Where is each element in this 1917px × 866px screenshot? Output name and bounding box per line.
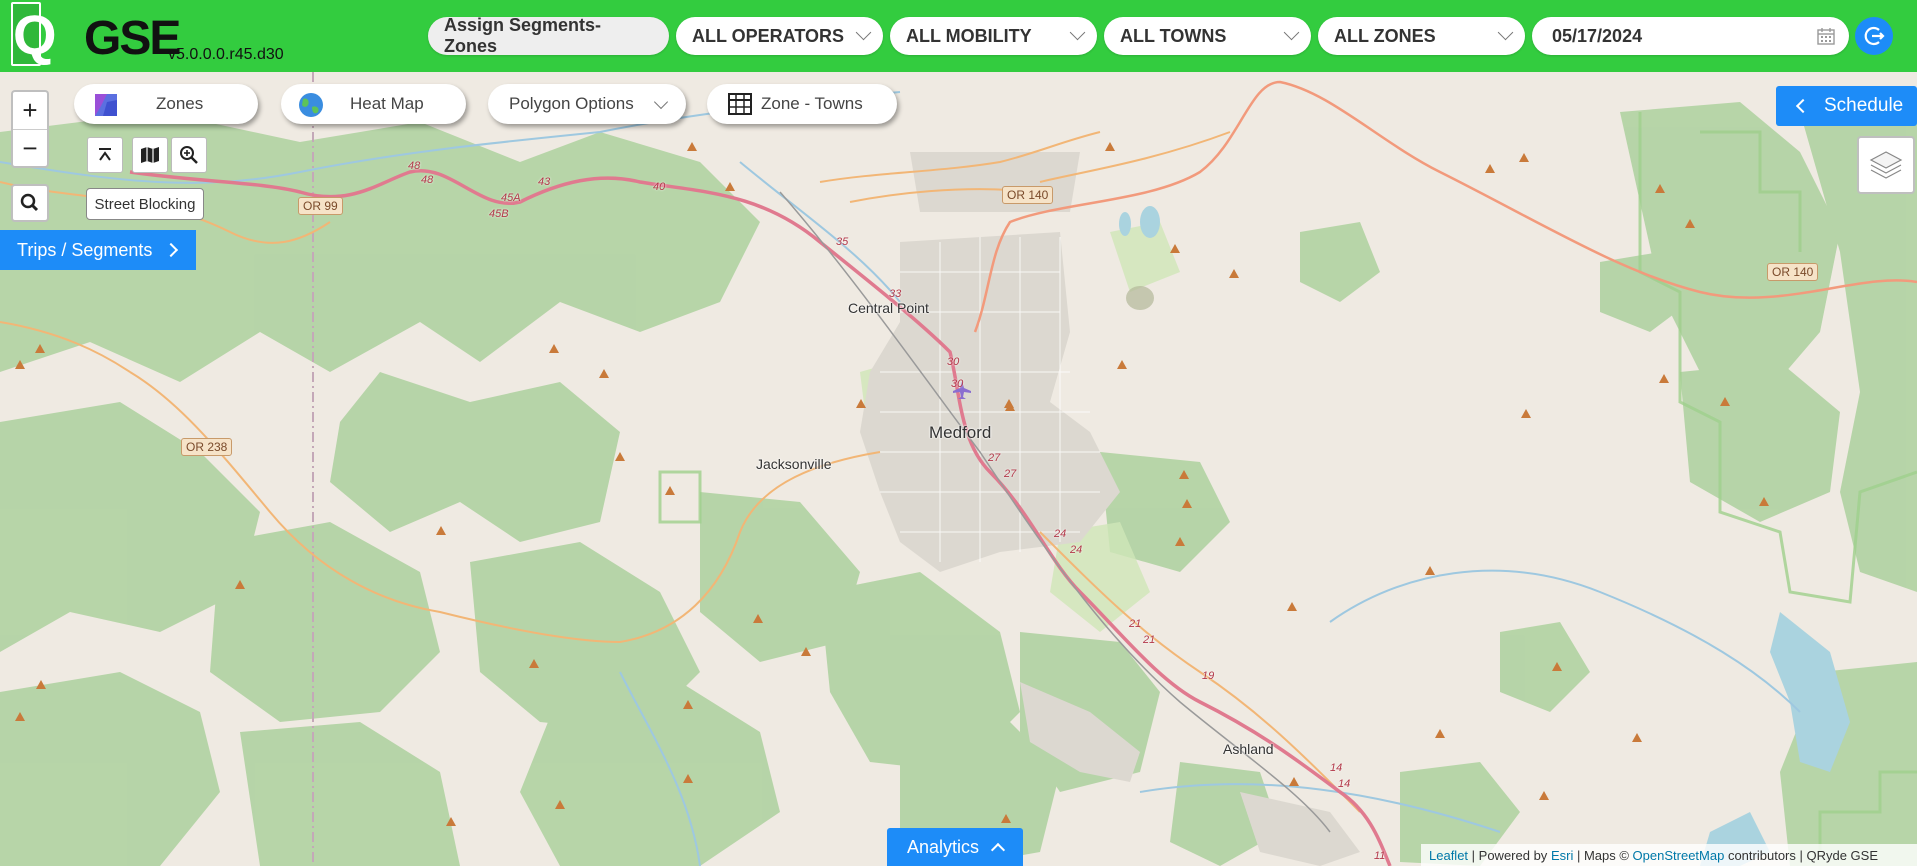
attribution-powered: | Powered by bbox=[1471, 847, 1548, 863]
exit-label: 24 bbox=[1054, 528, 1067, 540]
zones-select[interactable]: ALL ZONES bbox=[1318, 17, 1525, 55]
exit-label: 14 bbox=[1330, 762, 1343, 774]
chevron-down-icon bbox=[1069, 24, 1086, 41]
exit-label: 35 bbox=[836, 236, 849, 248]
heat-map-toggle[interactable]: Heat Map bbox=[281, 84, 466, 124]
heat-map-toggle-label: Heat Map bbox=[350, 94, 424, 113]
exit-label: 21 bbox=[1129, 618, 1142, 630]
zoom-out-button[interactable]: − bbox=[13, 130, 47, 167]
zones-icon bbox=[95, 94, 117, 116]
analytics-button[interactable]: Analytics bbox=[887, 828, 1023, 866]
map-label-medford: Medford bbox=[929, 423, 992, 442]
towns-select[interactable]: ALL TOWNS bbox=[1104, 17, 1311, 55]
street-blocking-button[interactable] bbox=[87, 137, 123, 173]
exit-label: 40 bbox=[653, 181, 666, 193]
top-bar: Q GSE v5.0.0.0.r45.d30 Assign Segments-Z… bbox=[0, 0, 1917, 72]
exit-label: 43 bbox=[538, 176, 551, 188]
date-value: 05/17/2024 bbox=[1552, 25, 1643, 46]
version-label: v5.0.0.0.r45.d30 bbox=[168, 46, 284, 63]
street-blocking-tooltip: Street Blocking bbox=[86, 188, 204, 220]
route-shield-or238: OR 238 bbox=[181, 438, 233, 456]
chevron-down-icon bbox=[855, 24, 872, 41]
map-attribution: Leaflet | Powered by Esri | Maps © OpenS… bbox=[1421, 844, 1917, 866]
exit-label: 19 bbox=[1202, 670, 1215, 682]
schedule-button[interactable]: Schedule bbox=[1776, 86, 1917, 126]
operators-select[interactable]: ALL OPERATORS bbox=[676, 17, 883, 55]
chevron-right-icon bbox=[164, 242, 179, 258]
mobility-value: ALL MOBILITY bbox=[906, 25, 1032, 46]
chevron-left-icon bbox=[1795, 98, 1811, 114]
zoom-control: + − bbox=[11, 90, 49, 168]
trips-segments-button[interactable]: Trips / Segments bbox=[0, 230, 196, 270]
exit-label: 45A bbox=[501, 192, 521, 204]
operators-value: ALL OPERATORS bbox=[692, 25, 845, 46]
esri-link[interactable]: Esri bbox=[1551, 848, 1573, 863]
zone-towns-button[interactable]: Zone - Towns bbox=[707, 84, 897, 124]
zoom-to-area-button[interactable] bbox=[171, 137, 207, 173]
osm-link[interactable]: OpenStreetMap bbox=[1633, 848, 1725, 863]
attribution-maps: | Maps © bbox=[1576, 847, 1629, 863]
exit-label: 33 bbox=[889, 288, 902, 300]
globe-icon bbox=[299, 93, 323, 117]
exit-label: 14 bbox=[1338, 778, 1351, 790]
map-view-button[interactable] bbox=[132, 137, 168, 173]
layers-button[interactable] bbox=[1857, 136, 1915, 194]
exit-label: 21 bbox=[1143, 634, 1156, 646]
calendar-icon bbox=[1817, 28, 1835, 45]
exit-label: 27 bbox=[988, 452, 1001, 464]
analytics-label: Analytics bbox=[907, 836, 980, 857]
chevron-down-icon bbox=[653, 94, 669, 110]
exit-label: 45B bbox=[489, 208, 509, 220]
zone-towns-label: Zone - Towns bbox=[761, 94, 863, 113]
date-input[interactable]: 05/17/2024 bbox=[1532, 17, 1849, 55]
exit-label: 30 bbox=[947, 356, 960, 368]
assign-segments-zones-button[interactable]: Assign Segments-Zones bbox=[428, 15, 669, 56]
map-area[interactable]: Medford Central Point Jacksonville Ashla… bbox=[0, 72, 1917, 866]
zones-toggle-label: Zones bbox=[156, 94, 204, 113]
logo-mark: Q bbox=[11, 2, 57, 66]
refresh-button[interactable] bbox=[1855, 17, 1893, 55]
assign-segments-zones-label: Assign Segments-Zones bbox=[444, 15, 602, 56]
zoom-in-icon bbox=[180, 146, 198, 164]
layers-icon bbox=[1869, 151, 1903, 179]
schedule-label: Schedule bbox=[1824, 95, 1904, 116]
attribution-rest: contributors | QRyde GSE bbox=[1727, 847, 1878, 863]
logout-icon bbox=[1864, 26, 1885, 46]
towns-value: ALL TOWNS bbox=[1120, 25, 1227, 46]
exit-label: 27 bbox=[1004, 468, 1017, 480]
logo-text: GSE bbox=[84, 12, 181, 65]
chevron-down-icon bbox=[1283, 24, 1300, 41]
exit-label: 48 bbox=[421, 174, 434, 186]
search-icon bbox=[20, 193, 39, 212]
exit-label: 30 bbox=[951, 378, 964, 390]
route-shield-or140: OR 140 bbox=[1002, 186, 1054, 204]
route-shield-or140-east: OR 140 bbox=[1767, 263, 1819, 281]
exit-label: 11 bbox=[1374, 850, 1386, 862]
chevron-up-icon bbox=[990, 842, 1006, 858]
map-label-ashland: Ashland bbox=[1223, 741, 1274, 757]
zones-toggle[interactable]: Zones bbox=[74, 84, 258, 124]
exit-label: 48 bbox=[408, 160, 421, 172]
zoom-in-button[interactable]: + bbox=[13, 92, 47, 130]
map-search-button[interactable] bbox=[11, 184, 49, 222]
trips-segments-label: Trips / Segments bbox=[17, 239, 153, 260]
map-icon bbox=[141, 147, 159, 163]
table-icon bbox=[728, 93, 752, 115]
zones-value: ALL ZONES bbox=[1334, 25, 1436, 46]
mobility-select[interactable]: ALL MOBILITY bbox=[890, 17, 1097, 55]
map-label-central-point: Central Point bbox=[848, 300, 929, 316]
street-blocking-icon bbox=[99, 148, 111, 161]
polygon-options-label: Polygon Options bbox=[509, 94, 634, 113]
polygon-options-select[interactable]: Polygon Options bbox=[488, 84, 686, 124]
map-tiles bbox=[0, 72, 1917, 866]
map-label-jacksonville: Jacksonville bbox=[756, 456, 832, 472]
exit-label: 24 bbox=[1070, 544, 1083, 556]
route-shield-or99: OR 99 bbox=[298, 197, 343, 215]
chevron-down-icon bbox=[1497, 24, 1514, 41]
leaflet-link[interactable]: Leaflet bbox=[1429, 848, 1468, 863]
